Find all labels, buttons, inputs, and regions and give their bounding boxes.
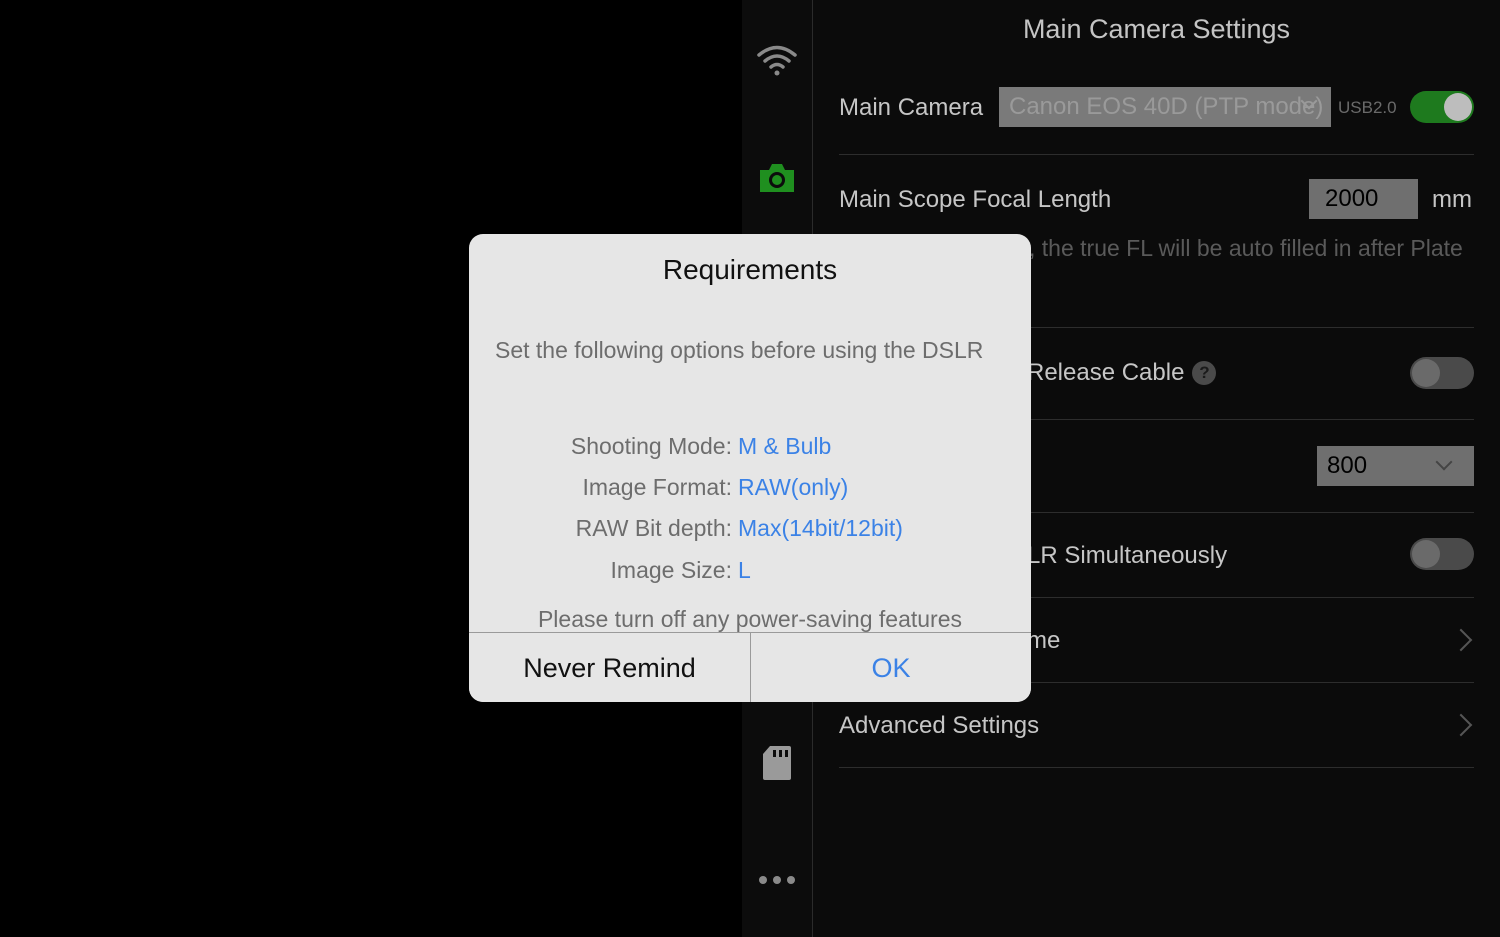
toggle-knob	[1412, 359, 1440, 387]
requirement-key: RAW Bit depth:	[575, 515, 732, 541]
dialog-button-bar: Never Remind OK	[469, 632, 1031, 702]
never-remind-button[interactable]: Never Remind	[469, 633, 751, 702]
camera-select[interactable]: Canon EOS 40D (PTP mode)	[999, 87, 1331, 127]
requirement-value: L	[738, 557, 751, 583]
requirement-key: Shooting Mode:	[570, 433, 732, 459]
requirement-row: Image Format: RAW(only)	[469, 470, 1031, 504]
advanced-settings-label: Advanced Settings	[839, 712, 1040, 739]
requirement-value: RAW(only)	[738, 474, 849, 500]
release-cable-label: Release Cable	[1027, 359, 1185, 386]
dialog-message: Set the following options before using t…	[495, 337, 984, 363]
focal-length-label: Main Scope Focal Length	[839, 186, 1112, 213]
camera-icon[interactable]	[752, 153, 802, 203]
camera-select-value: Canon EOS 40D (PTP mode)	[1009, 93, 1324, 120]
ok-button[interactable]: OK	[751, 633, 1031, 702]
toggle-knob	[1444, 93, 1472, 121]
usb-label: USB2.0	[1338, 98, 1397, 117]
release-cable-label-wrap: Release Cable?	[1027, 359, 1217, 387]
chevron-down-icon	[1435, 453, 1453, 471]
requirement-row: RAW Bit depth: Max(14bit/12bit)	[469, 511, 1031, 545]
iso-value: 800	[1327, 452, 1368, 479]
iso-select[interactable]: 800	[1317, 446, 1474, 486]
requirement-value: Max(14bit/12bit)	[738, 515, 903, 541]
help-icon[interactable]: ?	[1192, 361, 1217, 385]
release-cable-toggle[interactable]	[1410, 357, 1474, 389]
toggle-knob	[1412, 540, 1440, 568]
simultaneous-label: LR Simultaneously	[1027, 542, 1228, 569]
name-row-label: me	[1027, 627, 1061, 654]
dialog-title: Requirements	[662, 254, 838, 285]
dialog-note: Please turn off any power-saving feature…	[537, 606, 963, 632]
chevron-right-icon	[1449, 628, 1473, 652]
app-screen: Main Camera Settings Main Camera Canon E…	[0, 0, 1500, 937]
requirements-dialog: Requirements Set the following options b…	[469, 234, 1031, 702]
focal-length-unit: mm	[1432, 186, 1472, 213]
focal-length-input[interactable]: 2000	[1309, 179, 1418, 219]
requirement-value: M & Bulb	[738, 433, 832, 459]
focal-length-hint: , the true FL will be auto filled in aft…	[1029, 235, 1463, 261]
main-camera-row: Main Camera Canon EOS 40D (PTP mode) USB…	[839, 70, 1474, 155]
requirement-row: Image Size: L	[469, 553, 1031, 587]
requirement-key: Image Format:	[582, 474, 732, 500]
panel-title: Main Camera Settings	[1022, 14, 1291, 44]
main-camera-toggle[interactable]	[1410, 91, 1474, 123]
requirement-row: Shooting Mode: M & Bulb	[469, 429, 1031, 463]
requirement-key: Image Size:	[610, 557, 732, 583]
more-icon[interactable]	[752, 855, 802, 905]
wifi-icon[interactable]	[752, 35, 802, 85]
simultaneous-toggle[interactable]	[1410, 538, 1474, 570]
main-camera-label: Main Camera	[839, 94, 984, 121]
sd-card-icon[interactable]	[752, 738, 802, 788]
chevron-right-icon	[1449, 713, 1473, 737]
